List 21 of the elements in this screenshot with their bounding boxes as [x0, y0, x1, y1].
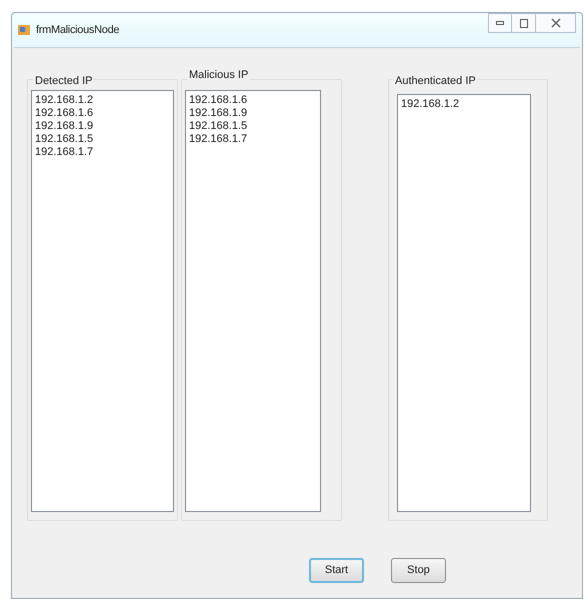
close-icon [550, 18, 560, 28]
list-item[interactable]: 192.168.1.9 [189, 106, 320, 120]
list-item[interactable]: 192.168.1.7 [189, 132, 320, 146]
minimize-button[interactable] [488, 13, 512, 33]
app-icon [17, 23, 31, 37]
list-box[interactable]: 192.168.1.2 [397, 94, 531, 512]
list-item[interactable]: 192.168.1.7 [35, 146, 173, 158]
list-item[interactable]: 192.168.1.2 [35, 94, 173, 106]
action-button[interactable]: Stop [391, 558, 446, 583]
action-button[interactable]: Start [309, 558, 364, 583]
list-item[interactable]: 192.168.1.6 [189, 94, 320, 106]
list-item[interactable]: 192.168.1.6 [35, 106, 173, 120]
window-title: frmMaliciousNode [36, 22, 120, 38]
list-box[interactable]: 192.168.1.6 192.168.1.9 192.168.1.5 192.168.1.7 [185, 90, 321, 512]
maximize-button[interactable] [512, 13, 536, 33]
list-item[interactable]: 192.168.1.9 [35, 120, 173, 132]
close-button[interactable] [536, 13, 576, 33]
list-item[interactable]: 192.168.1.5 [35, 132, 173, 146]
list-item[interactable]: 192.168.1.2 [401, 98, 530, 110]
list-box[interactable]: 192.168.1.2 192.168.1.6 192.168.1.9 192.168.1.5 192.168.1.7 [31, 90, 174, 512]
list-item[interactable]: 192.168.1.5 [189, 120, 320, 132]
